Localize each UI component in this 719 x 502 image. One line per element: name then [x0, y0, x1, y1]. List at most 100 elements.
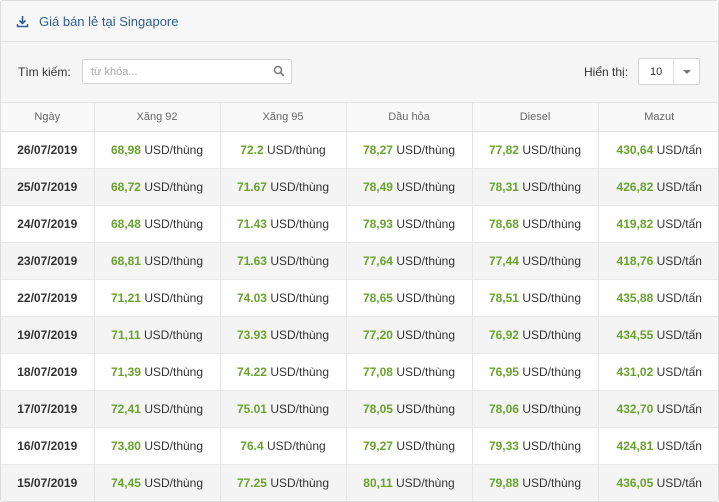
price-value: 71.43 [236, 216, 267, 231]
price-unit: USD/thùng [522, 179, 582, 194]
price-value: 71.67 [236, 179, 267, 194]
cell-kerosene: 80,11 USD/thùng [346, 464, 473, 501]
price-unit: USD/thùng [396, 327, 456, 342]
cell-mazut: 424,81 USD/tấn [598, 427, 718, 465]
cell-date: 18/07/2019 [1, 353, 95, 391]
panel-header: Giá bán lẻ tại Singapore [1, 1, 718, 42]
price-value: 76,95 [488, 364, 519, 379]
chevron-down-icon[interactable] [673, 59, 699, 84]
price-unit: USD/thùng [144, 475, 204, 490]
price-value: 418,76 [616, 253, 654, 268]
price-unit: USD/tấn [656, 401, 702, 416]
price-value: 74.03 [236, 290, 267, 305]
price-unit: USD/thùng [396, 290, 456, 305]
price-unit: USD/tấn [656, 290, 702, 305]
price-value: 78,93 [362, 216, 393, 231]
cell-date: 26/07/2019 [1, 131, 95, 169]
download-icon[interactable] [15, 14, 29, 28]
cell-ron92: 68,48 USD/thùng [94, 205, 221, 243]
cell-mazut: 426,82 USD/tấn [598, 168, 718, 206]
price-unit: USD/thùng [270, 253, 330, 268]
price-value: 79,27 [362, 438, 393, 453]
price-unit: USD/thùng [270, 216, 330, 231]
table-header-row: Ngày Xăng 92 Xăng 95 Dầu hỏa Diesel Mazu… [1, 103, 718, 132]
price-unit: USD/tấn [656, 253, 702, 268]
price-unit: USD/thùng [522, 142, 582, 157]
table-row: 26/07/2019 68,98 USD/thùng 72.2 USD/thùng 7… [1, 131, 718, 169]
price-unit: USD/thùng [522, 475, 582, 490]
price-unit: USD/thùng [270, 401, 330, 416]
price-unit: USD/thùng [396, 475, 455, 490]
price-panel: Giá bán lẻ tại Singapore Tìm kiếm: Hiển … [0, 0, 719, 502]
price-unit: USD/thùng [144, 401, 204, 416]
price-unit: USD/thùng [144, 142, 204, 157]
table-row: 15/07/2019 74,45 USD/thùng 77.25 USD/thùng… [1, 464, 718, 501]
price-unit: USD/thùng [522, 216, 582, 231]
table-row: 22/07/2019 71,21 USD/thùng 74.03 USD/thùng… [1, 279, 718, 317]
cell-mazut: 432,70 USD/tấn [598, 390, 718, 428]
cell-ron92: 68,98 USD/thùng [94, 131, 221, 169]
cell-kerosene: 78,05 USD/thùng [346, 390, 473, 428]
price-unit: USD/thùng [144, 327, 203, 342]
cell-date: 22/07/2019 [1, 279, 95, 317]
column-header-diesel[interactable]: Diesel [472, 103, 599, 132]
cell-date: 17/07/2019 [1, 390, 95, 428]
price-unit: USD/thùng [270, 290, 330, 305]
cell-ron92: 72,41 USD/thùng [94, 390, 221, 428]
price-value: 68,81 [110, 253, 141, 268]
price-unit: USD/thùng [522, 438, 582, 453]
price-unit: USD/thùng [270, 475, 330, 490]
price-unit: USD/thùng [144, 253, 204, 268]
price-value: 78,51 [488, 290, 519, 305]
cell-ron95: 75.01 USD/thùng [220, 390, 347, 428]
cell-kerosene: 78,93 USD/thùng [346, 205, 473, 243]
price-unit: USD/thùng [270, 179, 330, 194]
price-value: 435,88 [616, 290, 654, 305]
page-size-select[interactable]: 10 [638, 58, 700, 85]
price-value: 72.2 [240, 142, 264, 157]
column-header-date[interactable]: Ngày [1, 103, 95, 132]
table-row: 19/07/2019 71,11 USD/thùng 73.93 USD/thùng… [1, 316, 718, 354]
price-unit: USD/tấn [656, 216, 702, 231]
price-value: 68,48 [110, 216, 141, 231]
search-icon[interactable] [273, 65, 286, 78]
price-unit: USD/thùng [270, 364, 330, 379]
price-value: 77.25 [236, 475, 267, 490]
price-value: 71.63 [236, 253, 267, 268]
column-header-ron92[interactable]: Xăng 92 [94, 103, 221, 132]
price-table: Ngày Xăng 92 Xăng 95 Dầu hỏa Diesel Mazu… [1, 103, 718, 501]
cell-mazut: 431,02 USD/tấn [598, 353, 718, 391]
price-value: 77,64 [362, 253, 393, 268]
price-value: 80,11 [363, 475, 393, 490]
table-controls: Tìm kiếm: Hiển thị: 10 [1, 42, 718, 103]
price-unit: USD/thùng [522, 290, 582, 305]
cell-kerosene: 79,27 USD/thùng [346, 427, 473, 465]
search-input[interactable] [82, 59, 292, 84]
cell-kerosene: 78,65 USD/thùng [346, 279, 473, 317]
cell-ron92: 73,80 USD/thùng [94, 427, 221, 465]
price-value: 76,92 [488, 327, 519, 342]
price-value: 78,49 [362, 179, 393, 194]
price-value: 73.93 [236, 327, 267, 342]
cell-ron95: 73.93 USD/thùng [220, 316, 347, 354]
cell-ron92: 68,72 USD/thùng [94, 168, 221, 206]
cell-kerosene: 77,64 USD/thùng [346, 242, 473, 280]
cell-ron92: 71,21 USD/thùng [94, 279, 221, 317]
price-unit: USD/thùng [396, 216, 456, 231]
price-value: 73,80 [110, 438, 141, 453]
column-header-ron95[interactable]: Xăng 95 [220, 103, 347, 132]
price-unit: USD/tấn [656, 364, 702, 379]
price-unit: USD/tấn [656, 475, 702, 490]
cell-kerosene: 77,20 USD/thùng [346, 316, 473, 354]
price-value: 74,45 [110, 475, 141, 490]
table-row: 25/07/2019 68,72 USD/thùng 71.67 USD/thùng… [1, 168, 718, 206]
price-value: 78,68 [488, 216, 519, 231]
price-unit: USD/tấn [656, 179, 702, 194]
price-value: 78,06 [488, 401, 519, 416]
cell-mazut: 430,64 USD/tấn [598, 131, 718, 169]
price-value: 75.01 [236, 401, 267, 416]
cell-diesel: 79,88 USD/thùng [472, 464, 599, 501]
column-header-kerosene[interactable]: Dầu hỏa [346, 103, 473, 132]
column-header-mazut[interactable]: Mazut [598, 103, 718, 132]
price-unit: USD/thùng [144, 290, 204, 305]
